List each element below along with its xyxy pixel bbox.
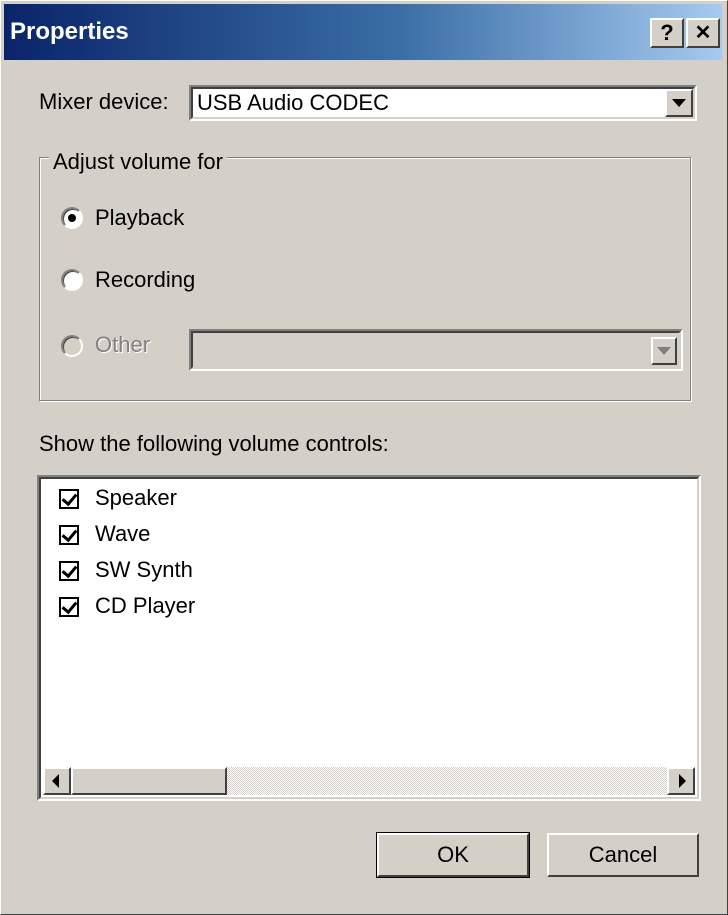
sw-synth-label: SW Synth xyxy=(95,557,193,582)
cancel-button[interactable]: Cancel xyxy=(547,833,699,877)
scroll-right-button[interactable] xyxy=(667,767,695,795)
cd-player-label: CD Player xyxy=(95,593,196,618)
checkmark-icon xyxy=(61,561,78,579)
scroll-thumb[interactable] xyxy=(71,767,227,795)
mixer-device-label: Mixer device: xyxy=(39,89,169,114)
title-bar[interactable]: Properties ? ✕ xyxy=(4,4,722,60)
speaker-label: Speaker xyxy=(95,485,177,510)
properties-dialog: Properties ? ✕ Mixer device: USB Audio C… xyxy=(0,0,728,915)
volume-controls-label: Show the following volume controls: xyxy=(39,431,389,456)
mixer-device-select[interactable]: USB Audio CODEC xyxy=(189,85,697,121)
mixer-dropdown-button[interactable] xyxy=(665,89,693,117)
horizontal-scrollbar[interactable] xyxy=(43,767,695,795)
adjust-volume-legend: Adjust volume for xyxy=(49,149,227,175)
other-dropdown-button[interactable] xyxy=(651,337,677,365)
arrow-left-icon xyxy=(52,774,59,788)
ok-button[interactable]: OK xyxy=(376,832,530,878)
checkmark-icon xyxy=(61,525,78,543)
radio-playback-circle[interactable] xyxy=(61,207,83,229)
other-device-select[interactable] xyxy=(189,329,683,371)
radio-playback-label: Playback xyxy=(95,205,185,230)
wave-checkbox[interactable] xyxy=(59,525,79,545)
sw-synth-checkbox[interactable] xyxy=(59,561,79,581)
radio-other-label: Other xyxy=(95,332,151,357)
volume-controls-list[interactable]: Speaker Wave SW Synth CD Player xyxy=(37,475,701,801)
wave-label: Wave xyxy=(95,521,151,546)
chevron-down-icon xyxy=(672,99,686,107)
checkmark-icon xyxy=(61,489,78,507)
arrow-right-icon xyxy=(679,774,686,788)
radio-recording-circle[interactable] xyxy=(61,269,83,291)
mixer-device-value: USB Audio CODEC xyxy=(197,90,389,115)
window-title: Properties xyxy=(10,18,129,45)
cd-player-checkbox[interactable] xyxy=(59,597,79,617)
scroll-left-button[interactable] xyxy=(43,767,71,795)
help-button[interactable]: ? xyxy=(650,18,684,48)
radio-recording-label: Recording xyxy=(95,267,196,292)
speaker-checkbox[interactable] xyxy=(59,489,79,509)
radio-other-circle[interactable] xyxy=(61,335,83,357)
chevron-down-icon xyxy=(657,347,671,355)
checkmark-icon xyxy=(61,597,78,615)
close-button[interactable]: ✕ xyxy=(686,18,720,48)
